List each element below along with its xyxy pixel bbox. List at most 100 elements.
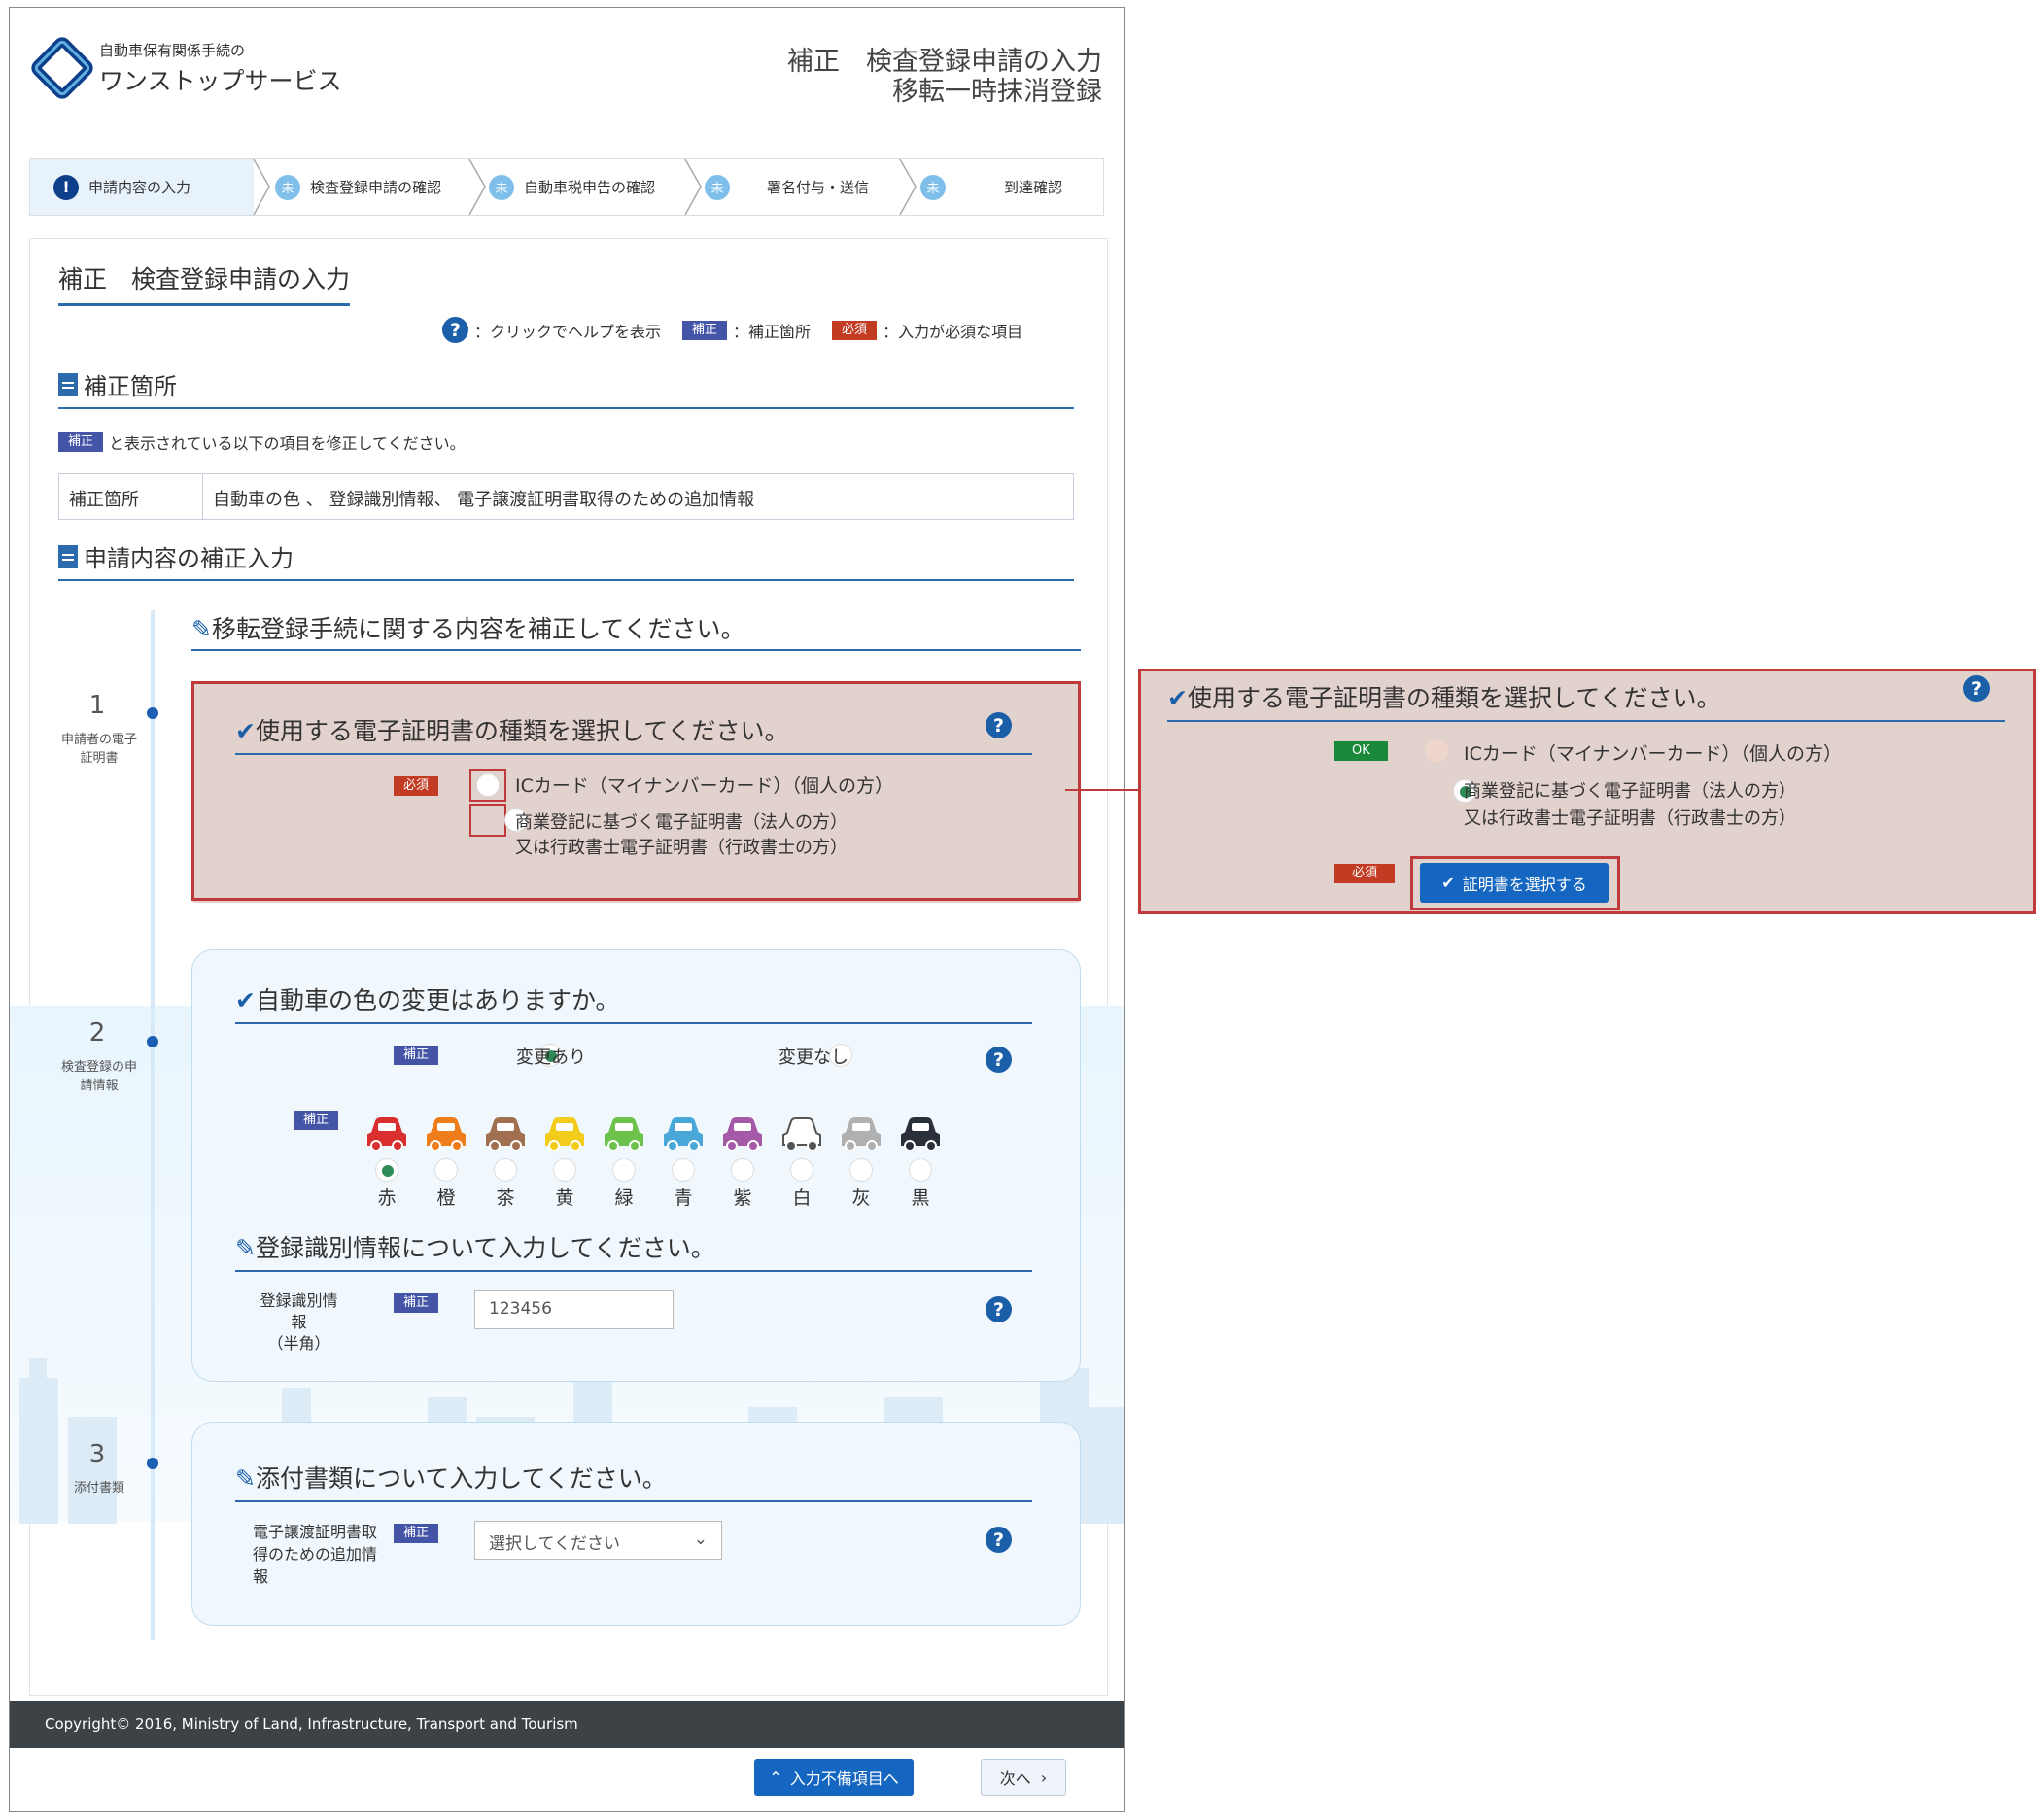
color-radio[interactable]	[553, 1158, 576, 1182]
table-header-cell: 補正箇所	[59, 474, 203, 519]
hosei-badge: 補正	[682, 320, 728, 340]
car-color-option[interactable]: 紫	[720, 1114, 765, 1210]
field-label-line: （半角）	[267, 1334, 330, 1353]
chevron-right-icon	[684, 159, 702, 215]
car-color-option[interactable]: 黄	[542, 1114, 587, 1210]
header-title-line2: 移転一時抹消登録	[892, 77, 1102, 107]
car-color-option[interactable]: 橙	[424, 1114, 468, 1210]
header-title-line1: 補正 検査登録申請の入力	[787, 47, 1102, 77]
color-radio[interactable]	[612, 1158, 636, 1182]
legend-hissu-text: ：入力が必須な項目	[883, 322, 1023, 341]
color-radio[interactable]	[494, 1158, 517, 1182]
select-certificate-button[interactable]: ✔ 証明書を選択する	[1420, 863, 1609, 903]
color-label: 緑	[614, 1187, 634, 1209]
ok-badge: OK	[1334, 741, 1388, 761]
hosei-badge: 補正	[394, 1293, 439, 1313]
button-label: 証明書を選択する	[1462, 875, 1587, 894]
help-icon[interactable]: ?	[986, 1047, 1012, 1073]
field-label: 登録識別情報 （半角）	[253, 1290, 345, 1355]
step-input: ! 申請内容の入力	[30, 159, 254, 215]
car-icon	[782, 1117, 821, 1151]
car-color-option[interactable]: 灰	[839, 1114, 883, 1210]
legend: ? ：クリックでヘルプを表示 補正 ：補正箇所 必須 ：入力が必須な項目	[442, 317, 1022, 343]
timeline-dot	[147, 1036, 158, 1047]
chevron-right-icon: ›	[1040, 1768, 1048, 1787]
timeline-label: 検査登録の申請情報	[60, 1060, 137, 1093]
color-radio[interactable]	[731, 1158, 754, 1182]
step-sign-send: 未 署名付与・送信	[705, 159, 899, 215]
step-arrival: 未 到達確認	[920, 159, 1105, 215]
attachment-select[interactable]: 選択してください ⌄	[474, 1521, 722, 1560]
step-label: 署名付与・送信	[767, 179, 870, 196]
color-label: 白	[792, 1187, 812, 1209]
document-icon	[58, 372, 78, 396]
car-color-option[interactable]: 赤	[364, 1114, 409, 1210]
color-radio[interactable]	[375, 1158, 398, 1182]
hosei-badge: 補正	[58, 432, 104, 452]
subheading-transfer: ✎移転登録手続に関する内容を補正してください。	[191, 610, 1081, 651]
timeline-label: 添付書類	[73, 1481, 124, 1495]
subheading-text: 移転登録手続に関する内容を補正してください。	[211, 615, 745, 643]
step-confirm-registration: 未 検査登録申請の確認	[275, 159, 469, 215]
car-icon	[723, 1117, 762, 1151]
color-radio[interactable]	[672, 1158, 695, 1182]
legend-help-text: ：クリックでヘルプを表示	[474, 322, 662, 341]
color-radio[interactable]	[434, 1158, 458, 1182]
step-number: 未	[275, 174, 300, 200]
option-label: 商業登記に基づく電子証明書（法人の方）	[1464, 781, 1796, 802]
car-color-option[interactable]: 緑	[602, 1114, 646, 1210]
help-icon[interactable]: ?	[986, 1527, 1012, 1553]
hosei-badge: 補正	[294, 1111, 339, 1130]
button-label: 入力不備項目へ	[789, 1769, 899, 1788]
check-icon: ✔	[1441, 874, 1455, 892]
progress-steps: ! 申請内容の入力 未 検査登録申請の確認 未 自動車税申告の確認 未 署名付与…	[29, 158, 1104, 216]
step-confirm-tax: 未 自動車税申告の確認	[489, 159, 683, 215]
color-radio[interactable]	[909, 1158, 932, 1182]
registration-id-input[interactable]: 123456	[474, 1290, 674, 1329]
radio-ic-card[interactable]	[476, 773, 500, 797]
table-value-cell: 自動車の色 、 登録識別情報、 電子譲渡証明書取得のための追加情報	[213, 490, 755, 510]
alert-icon: !	[53, 174, 79, 200]
car-icon	[427, 1117, 466, 1151]
color-radio[interactable]	[790, 1158, 813, 1182]
color-label: 赤	[377, 1187, 397, 1209]
help-icon[interactable]: ?	[986, 1296, 1012, 1322]
footer: Copyright© 2016, Ministry of Land, Infra…	[10, 1701, 1124, 1748]
note-text: と表示されている以下の項目を修正してください。	[109, 434, 466, 453]
option-label: 商業登記に基づく電子証明書（法人の方）	[515, 812, 848, 833]
hosei-badge: 補正	[394, 1046, 439, 1065]
hosei-badge: 補正	[394, 1524, 439, 1543]
option-label: 又は行政書士電子証明書（行政書士の方）	[1464, 808, 1796, 829]
color-label: 茶	[496, 1187, 515, 1209]
question-title: ✔自動車の色の変更はありますか。	[235, 981, 1032, 1024]
field-label-line: 登録識別情報	[260, 1291, 338, 1331]
zoom-callout: ✔使用する電子証明書の種類を選択してください。 ? OK ICカード（マイナンバ…	[1138, 669, 2036, 914]
field-label-line: 得のための追加情	[253, 1545, 378, 1563]
next-button[interactable]: 次へ ›	[981, 1759, 1066, 1796]
field-label: 電子譲渡証明書取 得のための追加情報	[253, 1521, 389, 1588]
logo-title: ワンストップサービス	[99, 67, 342, 95]
help-icon[interactable]: ?	[986, 712, 1012, 738]
help-icon[interactable]: ?	[1963, 675, 1990, 702]
app-window: 自動車保有関係手続の ワンストップサービス 補正 検査登録申請の入力 移転一時抹…	[9, 7, 1125, 1812]
question-title-text: 自動車の色の変更はありますか。	[255, 986, 620, 1014]
step-number: 未	[705, 174, 730, 200]
edit-icon: ✎	[191, 615, 212, 643]
hissu-badge: 必須	[1334, 864, 1396, 883]
radio-ic-card[interactable]	[1425, 739, 1448, 763]
hissu-badge: 必須	[832, 320, 878, 340]
car-color-option[interactable]: 青	[661, 1114, 706, 1210]
incomplete-items-button[interactable]: ⌃ 入力不備項目へ	[754, 1759, 914, 1796]
car-color-option[interactable]: 黒	[898, 1114, 943, 1210]
car-icon	[367, 1117, 406, 1151]
main-title: 補正 検査登録申請の入力	[58, 260, 351, 306]
car-color-option[interactable]: 茶	[483, 1114, 528, 1210]
hissu-badge: 必須	[394, 776, 439, 796]
logo-icon	[31, 37, 93, 99]
car-icon	[664, 1117, 703, 1151]
color-radio[interactable]	[849, 1158, 873, 1182]
car-color-option[interactable]: 白	[779, 1114, 824, 1210]
car-icon	[605, 1117, 643, 1151]
chevron-right-icon	[468, 159, 486, 215]
car-icon	[545, 1117, 584, 1151]
